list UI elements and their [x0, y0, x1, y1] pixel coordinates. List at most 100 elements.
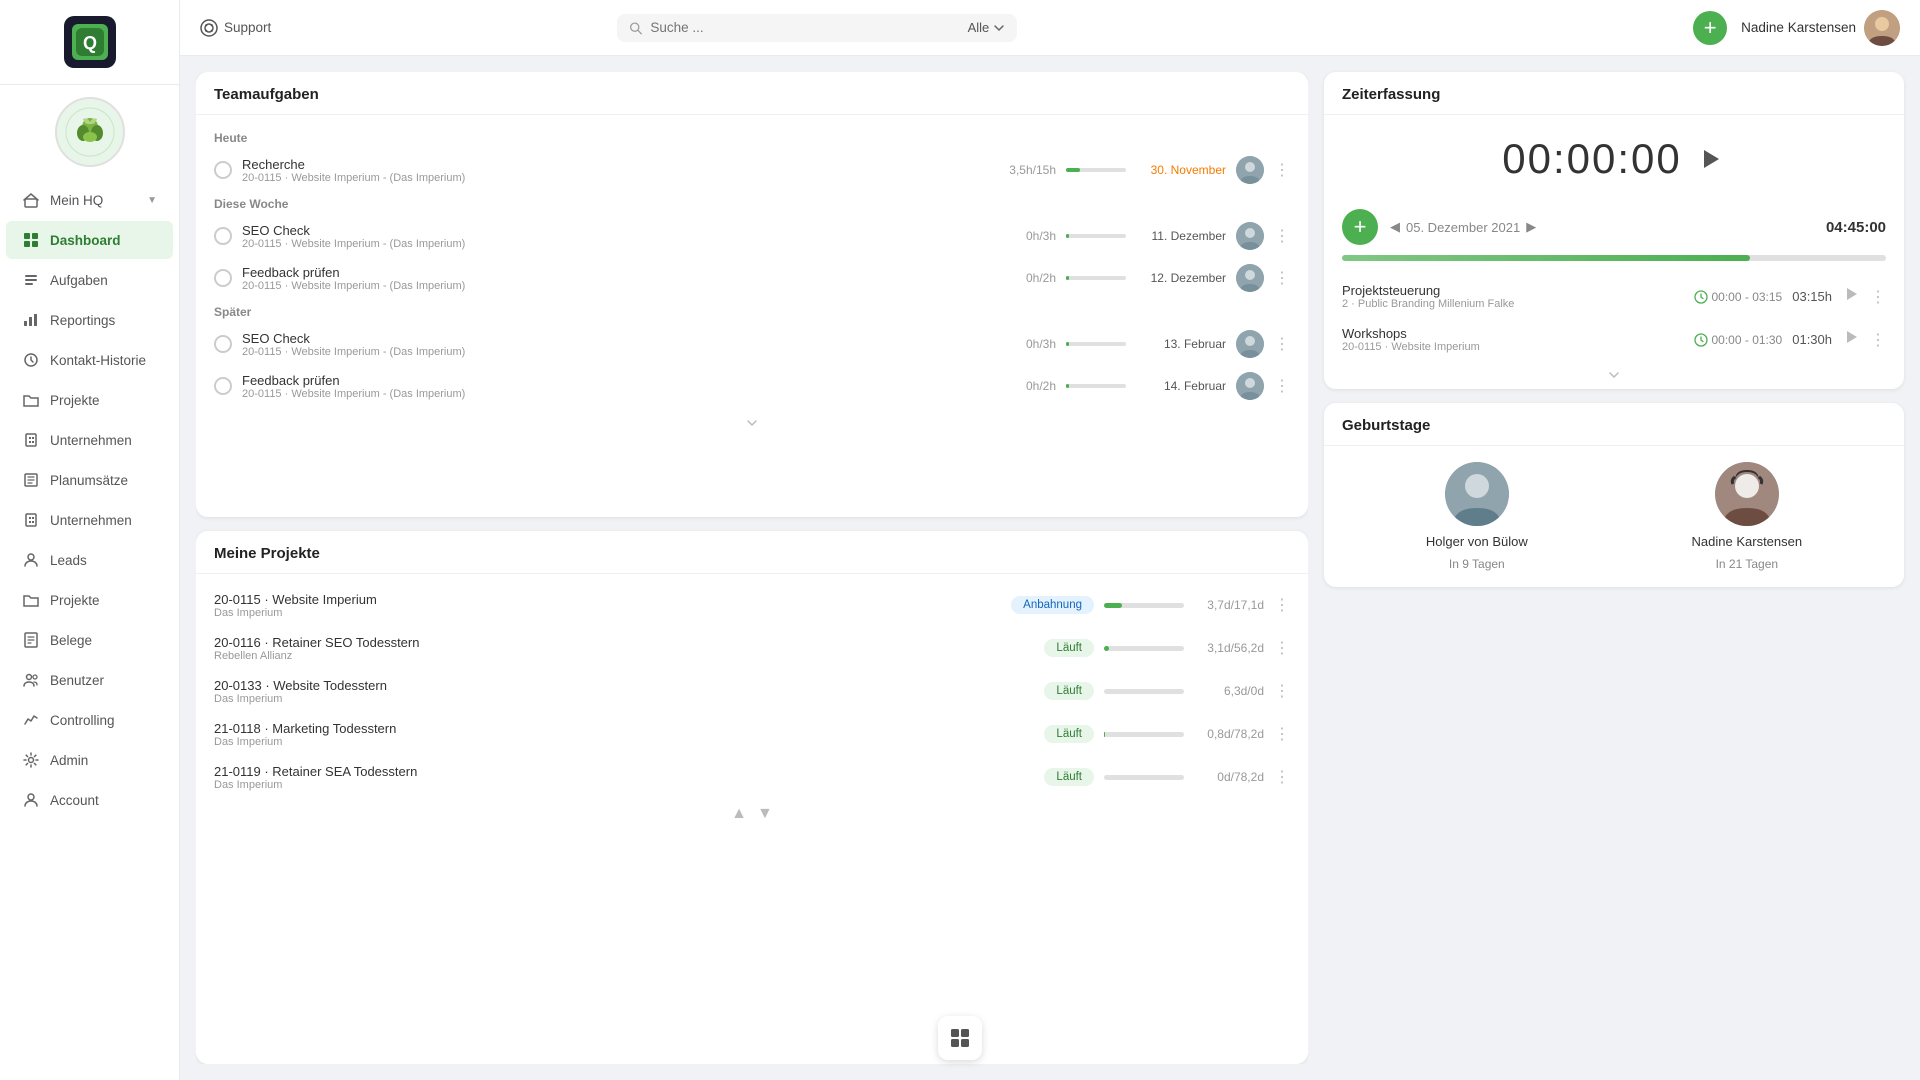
teamaufgaben-card: Teamaufgaben Heute Recherche 20-0115 · W…	[196, 72, 1308, 517]
timer-display: 00:00:00	[1324, 115, 1904, 203]
sidebar-item-planumssaetze[interactable]: Planumsätze	[6, 461, 173, 499]
time-expand-button[interactable]	[1324, 361, 1904, 389]
timer-prev-button[interactable]: ◀	[1390, 219, 1400, 235]
task-menu[interactable]: ⋮	[1274, 376, 1290, 396]
sidebar-item-aufgaben[interactable]: Aufgaben	[6, 261, 173, 299]
teamaufgaben-body: Heute Recherche 20-0115 · Website Imperi…	[196, 115, 1308, 517]
project-menu[interactable]: ⋮	[1274, 638, 1290, 658]
sidebar-item-unternehmen-1[interactable]: Unternehmen	[6, 421, 173, 459]
task-menu[interactable]: ⋮	[1274, 226, 1290, 246]
project-sub: Rebellen Allianz	[214, 650, 1034, 662]
support-link[interactable]: Support	[200, 19, 271, 37]
prev-icon[interactable]: ▲	[731, 805, 747, 823]
sidebar-item-label: Unternehmen	[50, 513, 132, 528]
table-row: SEO Check 20-0115 · Website Imperium - (…	[196, 323, 1308, 365]
timer-play-button[interactable]	[1694, 143, 1726, 175]
section-diese-woche: Diese Woche	[196, 191, 1308, 215]
sidebar-item-admin[interactable]: Admin	[6, 741, 173, 779]
company-icon	[22, 511, 40, 529]
geburtstage-header: Geburtstage	[1324, 403, 1904, 446]
task-menu[interactable]: ⋮	[1274, 334, 1290, 354]
table-row: Feedback prüfen 20-0115 · Website Imperi…	[196, 257, 1308, 299]
project-badge: Läuft	[1044, 682, 1094, 700]
sidebar-item-belege[interactable]: Belege	[6, 621, 173, 659]
task-name: Feedback prüfen	[242, 373, 1016, 388]
entry-play-button[interactable]	[1842, 285, 1860, 308]
task-checkbox[interactable]	[214, 227, 232, 245]
sidebar-item-unternehmen-2[interactable]: Unternehmen	[6, 501, 173, 539]
timer-next-button[interactable]: ▶	[1526, 219, 1536, 235]
time-entry-duration: 01:30h	[1792, 332, 1832, 347]
sidebar-item-controlling[interactable]: Controlling	[6, 701, 173, 739]
sidebar-item-account[interactable]: Account	[6, 781, 173, 819]
folder-icon	[22, 391, 40, 409]
sidebar-item-label: Belege	[50, 633, 92, 648]
sidebar-item-kontakt-historie[interactable]: Kontakt-Historie	[6, 341, 173, 379]
project-menu[interactable]: ⋮	[1274, 724, 1290, 744]
task-progress-bar	[1066, 276, 1126, 280]
zeiterfassung-card: Zeiterfassung 00:00:00 + ◀ 05. Dezember …	[1324, 72, 1904, 389]
timer-progress-bar	[1342, 255, 1886, 261]
project-progress-fill	[1104, 732, 1105, 737]
task-checkbox[interactable]	[214, 377, 232, 395]
project-days: 0d/78,2d	[1194, 770, 1264, 784]
task-time: 0h/3h	[1026, 229, 1056, 243]
task-name: Feedback prüfen	[242, 265, 1016, 280]
search-filter[interactable]: Alle	[968, 20, 1006, 35]
add-button[interactable]: +	[1693, 11, 1727, 45]
company-logo-svg	[65, 107, 115, 157]
sidebar-item-leads[interactable]: Leads	[6, 541, 173, 579]
grid-view-button[interactable]	[938, 1016, 982, 1060]
time-entry-info: Projektsteuerung 2 · Public Branding Mil…	[1342, 283, 1684, 310]
birthday-person: Holger von Bülow In 9 Tagen	[1426, 462, 1528, 571]
timer-time: 00:00:00	[1502, 135, 1682, 183]
task-menu[interactable]: ⋮	[1274, 160, 1290, 180]
sidebar-item-mein-hq[interactable]: Mein HQ ▼	[6, 181, 173, 219]
entry-menu[interactable]: ⋮	[1870, 330, 1886, 350]
avatar-svg	[1864, 10, 1900, 46]
user-info[interactable]: Nadine Karstensen	[1741, 10, 1900, 46]
task-info: Feedback prüfen 20-0115 · Website Imperi…	[242, 373, 1016, 400]
entry-play-button[interactable]	[1842, 328, 1860, 351]
list-item: 21-0119 · Retainer SEA Todesstern Das Im…	[196, 756, 1308, 799]
zeiterfassung-header: Zeiterfassung	[1324, 72, 1904, 115]
project-menu[interactable]: ⋮	[1274, 767, 1290, 787]
sidebar-item-projekte-1[interactable]: Projekte	[6, 381, 173, 419]
task-checkbox[interactable]	[214, 161, 232, 179]
task-date: 12. Dezember	[1136, 271, 1226, 285]
project-name: 20-0115 · Website Imperium	[214, 592, 1001, 607]
project-menu[interactable]: ⋮	[1274, 681, 1290, 701]
geburtstage-title: Geburtstage	[1342, 417, 1430, 434]
project-sub: Das Imperium	[214, 607, 1001, 619]
entry-menu[interactable]: ⋮	[1870, 287, 1886, 307]
section-heute: Heute	[196, 125, 1308, 149]
project-pagination: ▲ ▼	[196, 799, 1308, 829]
search-input[interactable]	[650, 20, 959, 35]
building-icon	[22, 431, 40, 449]
expand-button[interactable]	[196, 407, 1308, 439]
sidebar-item-reportings[interactable]: Reportings	[6, 301, 173, 339]
list-item: 20-0133 · Website Todesstern Das Imperiu…	[196, 670, 1308, 713]
left-column: Teamaufgaben Heute Recherche 20-0115 · W…	[196, 72, 1308, 1064]
next-icon[interactable]: ▼	[757, 805, 773, 823]
dashboard-icon	[22, 231, 40, 249]
sidebar-item-benutzer[interactable]: Benutzer	[6, 661, 173, 699]
project-name: 20-0133 · Website Todesstern	[214, 678, 1034, 693]
sidebar-item-dashboard[interactable]: Dashboard	[6, 221, 173, 259]
task-info: Feedback prüfen 20-0115 · Website Imperi…	[242, 265, 1016, 292]
task-date: 11. Dezember	[1136, 229, 1226, 243]
sidebar-item-projekte-2[interactable]: Projekte	[6, 581, 173, 619]
task-checkbox[interactable]	[214, 335, 232, 353]
task-checkbox[interactable]	[214, 269, 232, 287]
task-info: SEO Check 20-0115 · Website Imperium - (…	[242, 223, 1016, 250]
project-info: 21-0118 · Marketing Todesstern Das Imper…	[214, 721, 1034, 748]
history-icon	[22, 351, 40, 369]
right-column: Zeiterfassung 00:00:00 + ◀ 05. Dezember …	[1324, 72, 1904, 1064]
project-menu[interactable]: ⋮	[1274, 595, 1290, 615]
timer-add-button[interactable]: +	[1342, 209, 1378, 245]
task-date: 14. Februar	[1136, 379, 1226, 393]
task-progress-fill	[1066, 342, 1069, 346]
task-menu[interactable]: ⋮	[1274, 268, 1290, 288]
time-range-text: 00:00 - 03:15	[1712, 290, 1783, 304]
avatar	[1864, 10, 1900, 46]
